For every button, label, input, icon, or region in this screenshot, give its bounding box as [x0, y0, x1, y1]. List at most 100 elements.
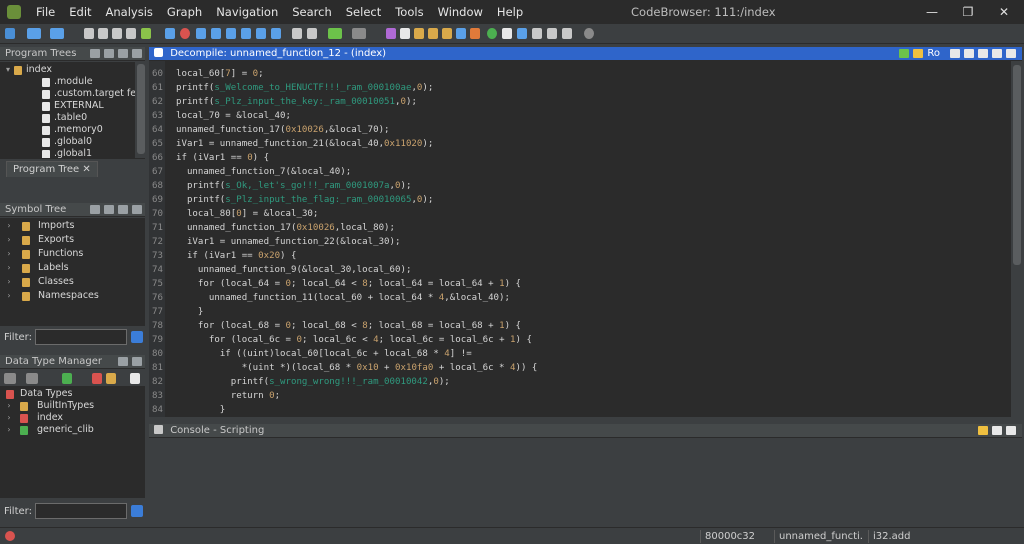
code-text[interactable]: unnamed_function_11(local_60 + local_64 … — [176, 291, 510, 305]
code-text[interactable]: return 0; — [176, 389, 280, 403]
code-text[interactable]: for (local_64 = 0; local_64 < 8; local_6… — [176, 277, 521, 291]
undo-icon[interactable] — [328, 28, 342, 39]
error-status-icon[interactable] — [5, 531, 15, 541]
code-text[interactable]: unnamed_function_7(&local_40); — [176, 165, 351, 179]
navigate-data-icon[interactable] — [112, 28, 122, 39]
expand-icon[interactable]: › — [5, 262, 13, 274]
data-type-preview-icon[interactable] — [547, 28, 557, 39]
export-icon[interactable] — [964, 49, 974, 58]
code-text[interactable]: iVar1 = unnamed_function_21(&local_40,0x… — [176, 137, 433, 151]
stop-icon[interactable] — [180, 28, 190, 39]
bytes-icon[interactable] — [386, 28, 396, 39]
dtm-filter-input[interactable] — [35, 503, 127, 519]
data-type-manager-close-icon[interactable] — [132, 357, 142, 366]
menu-help[interactable]: Help — [490, 0, 530, 24]
checksum-icon[interactable] — [532, 28, 542, 39]
dtm-filter-icon[interactable] — [92, 373, 102, 384]
decompiler-icon[interactable] — [470, 28, 480, 39]
menu-graph[interactable]: Graph — [160, 0, 209, 24]
symbol-table-icon[interactable] — [428, 28, 438, 39]
menu-navigation[interactable]: Navigation — [209, 0, 285, 24]
close-decompile-icon[interactable] — [1006, 49, 1016, 58]
label-icon[interactable] — [241, 28, 251, 39]
console-clear-icon[interactable] — [992, 426, 1002, 435]
dtm-collapse-icon[interactable] — [130, 373, 140, 384]
code-text[interactable]: printf(s_Plz_input_the_flag:_ram_0001006… — [176, 193, 433, 207]
code-text[interactable]: unnamed_function_17(0x10026,local_80); — [176, 221, 395, 235]
dtm-filter-options-icon[interactable] — [131, 505, 143, 517]
code-text[interactable]: printf(s_Plz_input_the_key:_ram_00010051… — [176, 95, 417, 109]
dtm-forward-icon[interactable] — [26, 373, 38, 384]
collapse-icon[interactable]: ▾ — [4, 64, 12, 76]
data-icon[interactable] — [211, 28, 221, 39]
program-trees-scrollbar[interactable] — [135, 62, 145, 158]
menu-tools[interactable]: Tools — [388, 0, 430, 24]
console-lock-icon[interactable] — [978, 426, 988, 435]
code-text[interactable]: unnamed_function_9(&local_30,local_60); — [176, 263, 412, 277]
code-text[interactable]: if (iVar1 == 0x20) { — [176, 249, 297, 263]
code-text[interactable]: iVar1 = unnamed_function_22(&local_30); — [176, 235, 401, 249]
graph-icon[interactable] — [913, 49, 924, 58]
program-tree-tab-close-icon[interactable]: ✕ — [82, 164, 90, 175]
navigate-function-icon[interactable] — [126, 28, 136, 39]
data-type-manager-menu-icon[interactable] — [118, 357, 128, 366]
listing-icon[interactable] — [400, 28, 410, 39]
symbol-tree-view-icon[interactable] — [118, 205, 128, 214]
menu-edit[interactable]: Edit — [62, 0, 98, 24]
back-arrow-icon[interactable] — [27, 28, 41, 39]
symbol-tree-item-labels[interactable]: › Labels — [0, 262, 145, 274]
symbol-tree-item-classes[interactable]: › Classes — [0, 276, 145, 288]
code-text[interactable]: *(uint *)(local_68 * 0x10 + 0x10fa0 + lo… — [176, 361, 538, 375]
console-close-icon[interactable] — [1006, 426, 1016, 435]
disassemble-icon[interactable] — [196, 28, 206, 39]
panel-menu-icon[interactable] — [992, 49, 1002, 58]
symbol-tree-item-imports[interactable]: › Imports — [0, 220, 145, 232]
dtm-archive-icon[interactable] — [62, 373, 72, 384]
paste-icon[interactable] — [307, 28, 317, 39]
symbol-tree-create-icon[interactable] — [90, 205, 100, 214]
program-tree-icon[interactable] — [414, 28, 424, 39]
expand-icon[interactable]: › — [5, 424, 13, 436]
expand-icon[interactable]: › — [5, 400, 13, 412]
code-text[interactable]: if (iVar1 == 0) { — [176, 151, 269, 165]
edit-signature-icon[interactable] — [978, 49, 988, 58]
python-icon[interactable] — [502, 28, 512, 39]
forward-arrow-icon[interactable] — [50, 28, 64, 39]
program-trees-open-icon[interactable] — [90, 49, 100, 58]
close-window-button[interactable]: ✕ — [986, 0, 1022, 24]
menu-analysis[interactable]: Analysis — [99, 0, 160, 24]
read-only-label[interactable]: Ro — [927, 49, 940, 59]
snapshot-icon[interactable] — [950, 49, 960, 58]
dtm-include-icon[interactable] — [106, 373, 116, 384]
help-icon[interactable] — [584, 28, 594, 39]
code-text[interactable]: } — [176, 403, 225, 417]
symbol-tree-folder-icon[interactable] — [104, 205, 114, 214]
expand-icon[interactable]: › — [5, 248, 13, 260]
decompile-code-area[interactable]: 60 local_60[7] = 0; 61 printf(s_Welcome_to_… — [149, 61, 1011, 417]
dtm-item[interactable]: › BuiltInTypes — [0, 400, 145, 412]
save-icon[interactable] — [5, 28, 15, 39]
function-graph-icon[interactable] — [456, 28, 466, 39]
code-text[interactable]: unnamed_function_17(0x10026,&local_70); — [176, 123, 390, 137]
code-text[interactable]: local_70 = &local_40; — [176, 109, 291, 123]
symbol-tree-item-exports[interactable]: › Exports — [0, 234, 145, 246]
program-trees-folder-icon[interactable] — [104, 49, 114, 58]
symbol-tree-filter-options-icon[interactable] — [131, 331, 143, 343]
expand-icon[interactable]: › — [5, 220, 13, 232]
menu-search[interactable]: Search — [285, 0, 339, 24]
decompile-scroll-thumb[interactable] — [1013, 65, 1021, 265]
navigate-icon[interactable] — [98, 28, 108, 39]
bookmark-icon[interactable] — [84, 28, 94, 39]
program-trees-view-icon[interactable] — [118, 49, 128, 58]
debugger-icon[interactable] — [517, 28, 527, 39]
code-text[interactable]: } — [176, 305, 203, 319]
code-text[interactable]: for (local_68 = 0; local_68 < 8; local_6… — [176, 319, 521, 333]
code-text[interactable]: if ((uint)local_60[local_6c + local_68 *… — [176, 347, 472, 361]
symbol-references-icon[interactable] — [442, 28, 452, 39]
code-text[interactable]: printf(s_Ok,_let's_go!!!_ram_0001007a,0)… — [176, 179, 412, 193]
code-text[interactable]: printf(s_Welcome_to_HENUCTF!!!_ram_00010… — [176, 81, 433, 95]
symbol-tree-filter-input[interactable] — [35, 329, 127, 345]
expand-icon[interactable]: › — [5, 234, 13, 246]
variable-icon[interactable] — [271, 28, 281, 39]
code-text[interactable]: printf(s_wrong_wrong!!!_ram_00010042,0); — [176, 375, 450, 389]
